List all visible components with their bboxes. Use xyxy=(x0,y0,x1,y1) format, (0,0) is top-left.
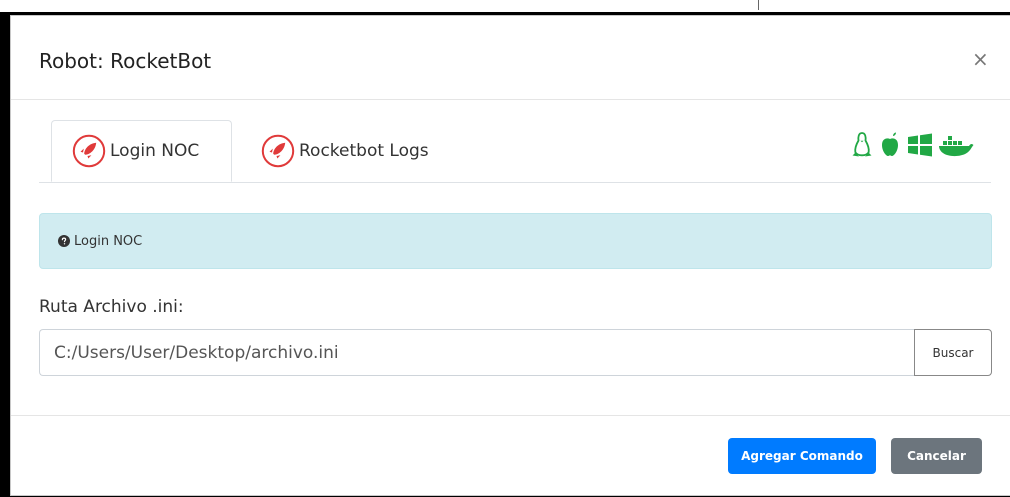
question-circle-icon xyxy=(58,235,70,247)
add-command-button[interactable]: Agregar Comando xyxy=(728,438,876,474)
file-path-label: Ruta Archivo .ini: xyxy=(39,297,184,317)
linux-icon xyxy=(852,132,872,157)
top-tick-mark xyxy=(758,0,759,10)
file-path-input[interactable] xyxy=(39,329,915,376)
close-button[interactable]: × xyxy=(972,49,989,69)
tab-rocketbot-logs-label: Rocketbot Logs xyxy=(299,141,429,161)
file-path-input-group: Buscar xyxy=(39,329,992,376)
modal-dialog: Robot: RocketBot × Login NOC Rocketbot L… xyxy=(10,15,1010,496)
modal-header: Robot: RocketBot × xyxy=(11,16,1010,100)
rocket-icon xyxy=(261,134,295,168)
browse-button[interactable]: Buscar xyxy=(914,329,992,376)
cancel-button[interactable]: Cancelar xyxy=(891,438,982,474)
windows-icon xyxy=(908,133,932,157)
top-white-strip xyxy=(0,0,1010,12)
docker-icon xyxy=(939,136,974,157)
tab-bar: Login NOC Rocketbot Logs xyxy=(39,120,991,183)
modal-title: Robot: RocketBot xyxy=(39,49,212,73)
apple-icon xyxy=(882,132,898,156)
tab-login-noc-label: Login NOC xyxy=(110,141,200,161)
tab-rocketbot-logs[interactable]: Rocketbot Logs xyxy=(251,120,461,182)
info-alert: Login NOC xyxy=(39,213,992,269)
modal-footer: Agregar Comando Cancelar xyxy=(11,415,1010,497)
os-icons xyxy=(850,131,974,159)
tab-login-noc[interactable]: Login NOC xyxy=(51,120,232,182)
alert-text: Login NOC xyxy=(74,233,143,249)
rocket-icon xyxy=(72,134,106,168)
